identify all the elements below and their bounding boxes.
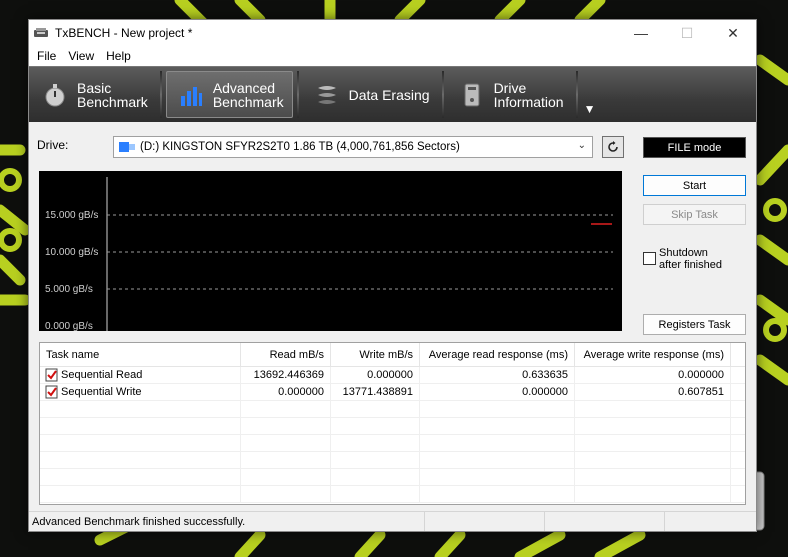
toolbar-separator <box>441 71 444 118</box>
avg-write-value: 0.607851 <box>575 384 731 400</box>
file-mode-indicator: FILE mode <box>643 137 746 158</box>
write-value: 13771.438891 <box>331 384 420 400</box>
start-button[interactable]: Start <box>643 175 746 196</box>
tab-basic-line1: Basic <box>77 79 112 96</box>
minimize-button[interactable]: — <box>618 20 664 46</box>
bar-chart-icon <box>177 81 205 109</box>
y-tick-label: 15.000 gB/s <box>45 210 98 221</box>
col-filler <box>731 343 745 366</box>
menu-bar: File View Help <box>29 46 756 66</box>
app-icon <box>34 28 48 37</box>
menu-file[interactable]: File <box>31 49 62 63</box>
avg-write-value: 0.000000 <box>575 367 731 383</box>
write-value: 0.000000 <box>331 367 420 383</box>
toolbar: Basic Benchmark Advanced Benchmark Data … <box>29 66 756 122</box>
main-panel: Drive: (D:) KINGSTON SFYR2S2T0 1.86 TB (… <box>29 123 756 511</box>
col-task-name[interactable]: Task name <box>40 343 241 366</box>
menu-help[interactable]: Help <box>100 49 137 63</box>
read-value: 0.000000 <box>241 384 331 400</box>
col-write[interactable]: Write mB/s <box>331 343 420 366</box>
col-read[interactable]: Read mB/s <box>241 343 331 366</box>
tab-drive-line2: Information <box>493 93 564 110</box>
tab-data-erasing[interactable]: Data Erasing <box>303 71 438 118</box>
stopwatch-icon <box>41 81 69 109</box>
tab-drive-line1: Drive <box>493 79 527 96</box>
y-tick-label: 5.000 gB/s <box>45 284 93 295</box>
shutdown-label-line1: Shutdown <box>659 247 708 259</box>
status-segment <box>545 512 665 531</box>
maximize-button[interactable]: ☐ <box>664 20 710 46</box>
empty-row <box>40 469 745 486</box>
status-text: Advanced Benchmark finished successfully… <box>29 512 425 531</box>
toolbar-overflow-icon[interactable]: ▼ <box>584 102 596 116</box>
refresh-icon <box>608 141 618 152</box>
empty-row <box>40 486 745 503</box>
avg-read-value: 0.633635 <box>420 367 575 383</box>
table-header: Task name Read mB/s Write mB/s Average r… <box>40 343 745 367</box>
task-check-icon <box>45 385 58 399</box>
task-check-icon <box>45 368 58 382</box>
toolbar-separator <box>296 71 299 118</box>
shutdown-option[interactable]: Shutdown after finished <box>643 247 722 271</box>
avg-read-value: 0.000000 <box>420 384 575 400</box>
status-bar: Advanced Benchmark finished successfully… <box>29 511 756 531</box>
tab-basic-line2: Benchmark <box>77 93 148 110</box>
empty-row <box>40 452 745 469</box>
skip-task-button[interactable]: Skip Task <box>643 204 746 225</box>
title-bar[interactable]: TxBENCH - New project * — ☐ ✕ <box>29 20 756 46</box>
table-row[interactable]: Sequential Read 13692.446369 0.000000 0.… <box>40 367 745 384</box>
tab-advanced-benchmark[interactable]: Advanced Benchmark <box>165 71 293 118</box>
window-title: TxBENCH - New project * <box>55 26 193 40</box>
table-row[interactable]: Sequential Write 0.000000 13771.438891 0… <box>40 384 745 401</box>
drive-select-value: (D:) KINGSTON SFYR2S2T0 1.86 TB (4,000,7… <box>140 141 460 153</box>
shutdown-checkbox[interactable] <box>643 252 656 265</box>
toolbar-separator <box>575 71 578 118</box>
results-table: Task name Read mB/s Write mB/s Average r… <box>39 342 746 505</box>
shutdown-label-line2: after finished <box>659 259 722 271</box>
empty-row <box>40 418 745 435</box>
col-avg-write[interactable]: Average write response (ms) <box>575 343 731 366</box>
close-button[interactable]: ✕ <box>710 20 756 46</box>
chevron-down-icon[interactable]: ⌄ <box>578 140 586 151</box>
status-segment <box>425 512 545 531</box>
empty-row <box>40 435 745 452</box>
registers-task-button[interactable]: Registers Task <box>643 314 746 335</box>
eraser-icon <box>313 81 341 109</box>
menu-view[interactable]: View <box>62 49 100 63</box>
tab-drive-information[interactable]: Drive Information <box>448 71 572 118</box>
drive-icon <box>458 81 486 109</box>
col-avg-read[interactable]: Average read response (ms) <box>420 343 575 366</box>
app-window: TxBENCH - New project * — ☐ ✕ File View … <box>28 19 757 532</box>
y-tick-label: 0.000 gB/s <box>45 321 93 331</box>
refresh-button[interactable] <box>602 136 624 158</box>
task-name: Sequential Read <box>61 369 143 381</box>
read-value: 13692.446369 <box>241 367 331 383</box>
task-name: Sequential Write <box>61 386 142 398</box>
y-tick-label: 10.000 gB/s <box>45 247 98 258</box>
tab-advanced-line2: Benchmark <box>212 93 284 110</box>
drive-label: Drive: <box>37 138 69 152</box>
tab-erasing-label: Data Erasing <box>348 86 430 103</box>
drive-select[interactable]: (D:) KINGSTON SFYR2S2T0 1.86 TB (4,000,7… <box>113 136 593 158</box>
tab-basic-benchmark[interactable]: Basic Benchmark <box>31 71 156 118</box>
throughput-graph: 15.000 gB/s 10.000 gB/s 5.000 gB/s 0.000… <box>39 171 622 331</box>
empty-row <box>40 401 745 418</box>
tab-advanced-line1: Advanced <box>212 79 276 96</box>
disk-icon <box>119 142 135 152</box>
toolbar-separator <box>159 71 162 118</box>
